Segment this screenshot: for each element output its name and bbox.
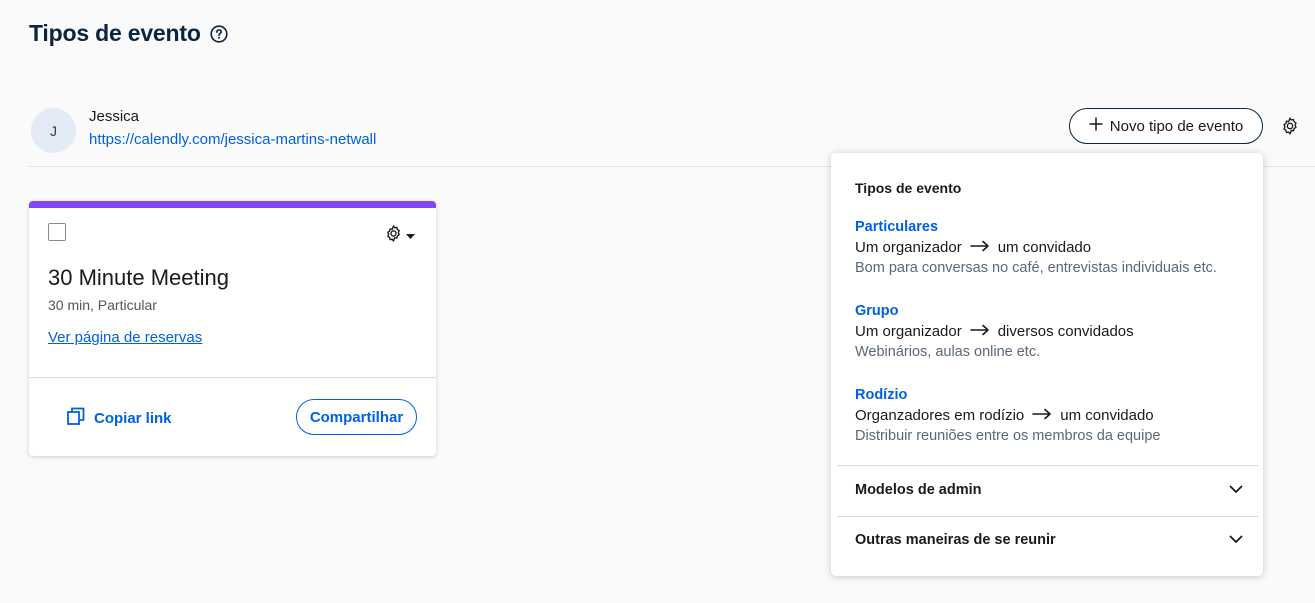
option-round-robin[interactable]: Rodízio Organzadores em rodízio um convi… bbox=[855, 387, 1160, 444]
copy-icon bbox=[66, 406, 86, 430]
event-title: 30 Minute Meeting bbox=[48, 265, 229, 290]
plus-icon bbox=[1089, 117, 1103, 135]
option-group[interactable]: Grupo Um organizador diversos convidados… bbox=[855, 303, 1134, 360]
caret-down-icon bbox=[406, 227, 415, 245]
event-subtitle: 30 min, Particular bbox=[48, 297, 157, 313]
event-select-checkbox[interactable] bbox=[48, 223, 66, 241]
arrow-right-icon bbox=[969, 239, 990, 256]
chevron-down-icon bbox=[1229, 532, 1243, 548]
option-from: Um organizador bbox=[855, 239, 962, 256]
option-to: um convidado bbox=[1060, 407, 1154, 424]
option-title: Grupo bbox=[855, 303, 899, 319]
arrow-right-icon bbox=[969, 323, 990, 340]
new-event-type-button[interactable]: Novo tipo de evento bbox=[1069, 108, 1263, 144]
option-desc: Bom para conversas no café, entrevistas … bbox=[855, 260, 1217, 276]
card-settings-menu[interactable] bbox=[384, 224, 415, 248]
scheduling-page-link[interactable]: https://calendly.com/jessica-martins-net… bbox=[89, 131, 376, 148]
view-booking-page-link[interactable]: Ver página de reservas bbox=[48, 329, 202, 346]
option-desc: Webinários, aulas online etc. bbox=[855, 344, 1041, 360]
option-to: diversos convidados bbox=[997, 323, 1134, 340]
option-one-on-one[interactable]: Particulares Um organizador um convidado… bbox=[855, 219, 1217, 276]
copy-link-label: Copiar link bbox=[94, 409, 172, 427]
option-desc: Distribuir reuniões entre os membros da … bbox=[855, 428, 1161, 444]
option-relation: Um organizador um convidado bbox=[855, 239, 1217, 256]
option-from: Um organizador bbox=[855, 323, 962, 340]
option-title: Particulares bbox=[855, 219, 939, 235]
option-from: Organzadores em rodízio bbox=[855, 407, 1025, 424]
dropdown-divider bbox=[837, 465, 1258, 466]
event-type-card: 30 Minute Meeting 30 min, Particular Ver… bbox=[29, 201, 436, 456]
user-name: Jessica bbox=[89, 108, 140, 125]
gear-icon bbox=[384, 224, 403, 248]
share-button[interactable]: Compartilhar bbox=[296, 399, 417, 435]
new-event-type-dropdown: Tipos de evento Particulares Um organiza… bbox=[831, 153, 1263, 576]
page-title: Tipos de evento bbox=[29, 20, 201, 46]
section-other-ways[interactable]: Outras maneiras de se reunir bbox=[855, 532, 1243, 548]
section-label: Modelos de admin bbox=[855, 482, 982, 498]
dropdown-divider bbox=[837, 516, 1258, 517]
copy-link-button[interactable]: Copiar link bbox=[66, 406, 172, 430]
dropdown-heading: Tipos de evento bbox=[855, 180, 962, 196]
avatar: J bbox=[31, 108, 76, 153]
card-divider bbox=[29, 377, 436, 378]
option-relation: Organzadores em rodízio um convidado bbox=[855, 407, 1160, 424]
section-label: Outras maneiras de se reunir bbox=[855, 532, 1056, 548]
option-title: Rodízio bbox=[855, 387, 908, 403]
section-admin-templates[interactable]: Modelos de admin bbox=[855, 482, 1243, 498]
chevron-down-icon bbox=[1229, 482, 1243, 498]
help-icon[interactable] bbox=[210, 24, 228, 43]
page-title-row: Tipos de evento bbox=[29, 20, 228, 47]
settings-gear-icon[interactable] bbox=[1280, 116, 1300, 136]
option-to: um convidado bbox=[997, 239, 1092, 256]
new-event-type-label: Novo tipo de evento bbox=[1109, 117, 1244, 135]
arrow-right-icon bbox=[1032, 407, 1052, 424]
option-relation: Um organizador diversos convidados bbox=[855, 323, 1134, 340]
